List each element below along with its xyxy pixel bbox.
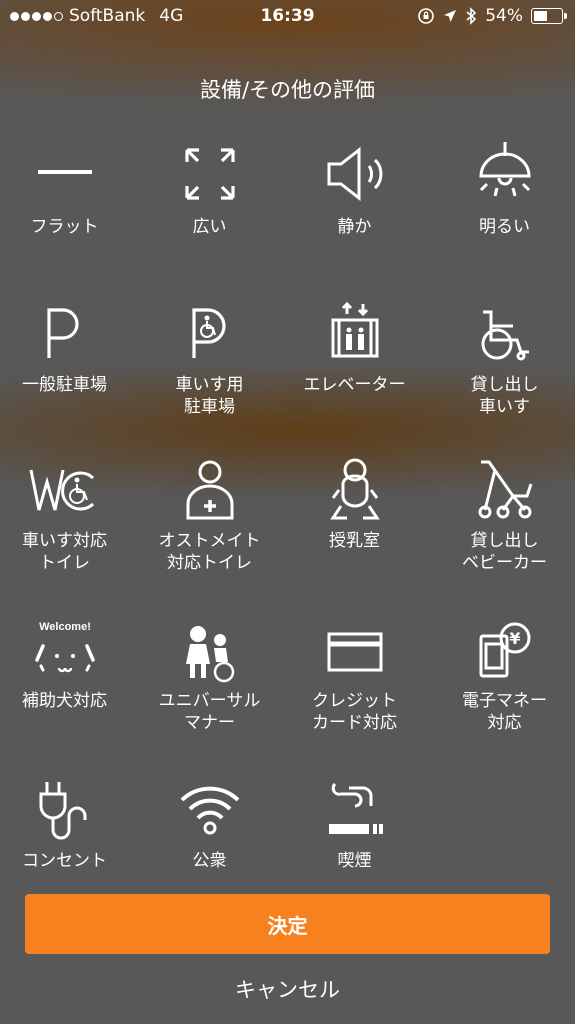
ostomate-icon bbox=[186, 460, 233, 520]
rating-item-elevator[interactable]: エレベーター bbox=[282, 300, 427, 396]
rating-item-spacious[interactable]: 広い bbox=[137, 142, 282, 238]
power-plug-icon bbox=[39, 782, 86, 840]
svg-text:¥: ¥ bbox=[509, 629, 520, 648]
rating-item-accessible-toilet[interactable]: 車いす対応 トイレ bbox=[0, 456, 137, 574]
status-right: 54% bbox=[417, 6, 567, 26]
rating-item-label: オストメイト 対応トイレ bbox=[158, 531, 261, 573]
rating-item-public-wifi[interactable]: 公衆 bbox=[137, 776, 282, 872]
rating-item-assistance-dog[interactable]: Welcome! 補助犬対応 bbox=[0, 616, 137, 712]
rating-item-accessible-parking[interactable]: 車いす用 駐車場 bbox=[137, 300, 282, 418]
rating-item-ostomate[interactable]: オストメイト 対応トイレ bbox=[137, 456, 282, 574]
status-bar: SoftBank 4G 16:39 54% bbox=[0, 0, 575, 34]
rating-item-parking[interactable]: 一般駐車場 bbox=[0, 300, 137, 396]
rating-item-e-money[interactable]: ¥ 電子マネー 対応 bbox=[432, 616, 575, 734]
rating-item-nursing-room[interactable]: 授乳室 bbox=[282, 456, 427, 552]
bluetooth-icon bbox=[466, 7, 477, 25]
rating-item-label: 喫煙 bbox=[337, 851, 372, 871]
rating-item-credit-card[interactable]: クレジット カード対応 bbox=[282, 616, 427, 734]
flat-line-icon bbox=[37, 170, 92, 174]
rating-item-label: 車いす対応 トイレ bbox=[22, 531, 107, 573]
rating-item-rental-stroller[interactable]: 貸し出し ベビーカー bbox=[432, 456, 575, 574]
expand-arrows-icon bbox=[184, 148, 235, 200]
rating-item-smoking[interactable]: 喫煙 bbox=[282, 776, 427, 872]
rating-item-quiet[interactable]: 静か bbox=[282, 142, 427, 238]
rating-item-label: 貸し出し ベビーカー bbox=[462, 531, 547, 573]
rating-item-bright[interactable]: 明るい bbox=[432, 142, 575, 238]
rating-item-label: 貸し出し 車いす bbox=[470, 375, 539, 417]
smoking-icon bbox=[328, 782, 383, 834]
rating-item-label: 電子マネー 対応 bbox=[462, 691, 547, 733]
rating-item-label: 車いす用 駐車場 bbox=[175, 375, 244, 417]
e-money-icon: ¥ bbox=[479, 622, 530, 678]
rating-item-power-outlet[interactable]: コンセント bbox=[0, 776, 137, 872]
assistance-dog-icon: Welcome! bbox=[34, 621, 95, 673]
speaker-icon bbox=[327, 146, 382, 202]
location-arrow-icon bbox=[444, 10, 457, 22]
rating-item-label: フラット bbox=[30, 217, 99, 237]
rating-item-label: コンセント bbox=[22, 851, 107, 871]
rating-item-label: 広い bbox=[192, 217, 227, 237]
confirm-button[interactable]: 決定 bbox=[25, 894, 550, 954]
rating-item-label: 授乳室 bbox=[329, 531, 380, 551]
orientation-lock-icon bbox=[418, 8, 435, 24]
svg-text:Welcome!: Welcome! bbox=[39, 621, 91, 633]
rating-item-flat[interactable]: フラット bbox=[0, 142, 137, 238]
accessible-parking-icon bbox=[191, 308, 226, 358]
rating-item-label: 公衆 bbox=[192, 851, 227, 871]
wheelchair-icon bbox=[481, 310, 529, 361]
credit-card-icon bbox=[327, 632, 382, 672]
baby-icon bbox=[329, 458, 380, 520]
rating-item-label: クレジット カード対応 bbox=[312, 691, 397, 733]
rating-item-universal-manner[interactable]: ユニバーサル マナー bbox=[137, 616, 282, 734]
ceiling-lamp-icon bbox=[478, 142, 531, 197]
stroller-icon bbox=[478, 460, 532, 519]
battery-percent: 54% bbox=[485, 6, 523, 26]
rating-item-rental-wheelchair[interactable]: 貸し出し 車いす bbox=[432, 300, 575, 418]
elevator-icon bbox=[331, 301, 378, 358]
cancel-button[interactable]: キャンセル bbox=[0, 974, 575, 1004]
rating-item-label: 一般駐車場 bbox=[22, 375, 107, 395]
rating-item-label: ユニバーサル マナー bbox=[158, 691, 261, 733]
rating-item-label: 明るい bbox=[479, 217, 530, 237]
rating-item-label: エレベーター bbox=[303, 375, 406, 395]
wifi-icon bbox=[180, 786, 239, 835]
universal-manner-icon bbox=[185, 626, 234, 683]
accessible-toilet-icon bbox=[29, 469, 94, 511]
page-title: 設備/その他の評価 bbox=[199, 78, 376, 102]
parking-icon bbox=[46, 308, 79, 358]
rating-item-label: 補助犬対応 bbox=[22, 691, 107, 711]
battery-icon bbox=[531, 8, 567, 24]
rating-item-label: 静か bbox=[337, 217, 372, 237]
